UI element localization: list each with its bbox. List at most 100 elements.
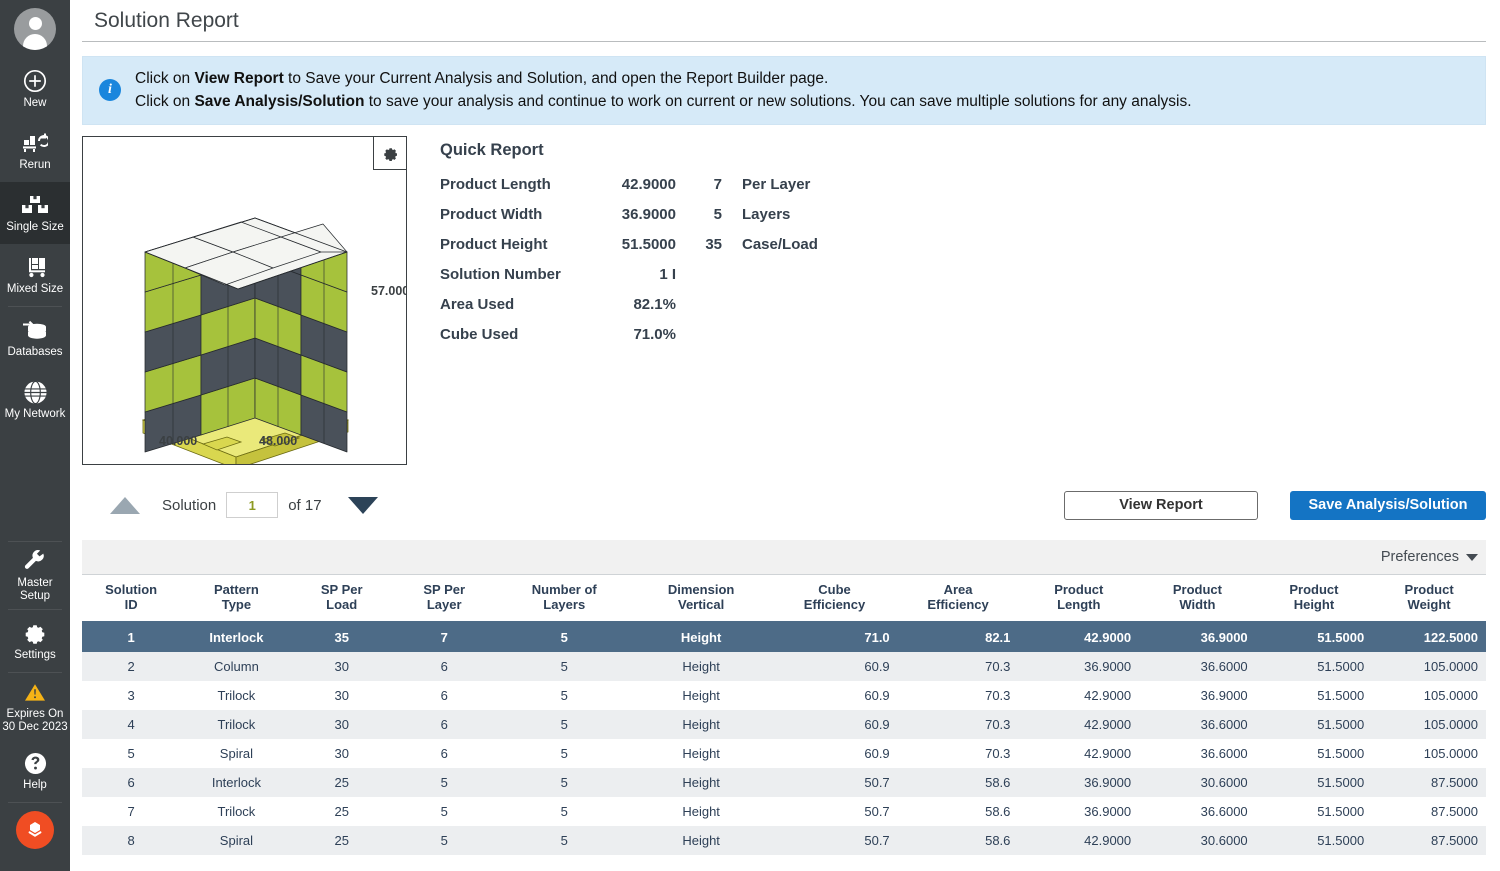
col-header-dimension-vertical[interactable]: Dimension Vertical (630, 575, 772, 623)
dimension-right-label: 48.000 (259, 434, 298, 448)
sidebar-item-my-network[interactable]: My Network (0, 369, 70, 431)
cell-cube-efficiency: 50.7 (771, 826, 898, 855)
left-sidebar: New Rerun Single Size Mixed Size Databas… (0, 0, 70, 871)
cell-solution-id: 7 (127, 804, 135, 819)
col-header-cube-efficiency[interactable]: Cube Efficiency (771, 575, 898, 623)
sidebar-item-label: My Network (4, 408, 66, 420)
sidebar-item-mixed-size[interactable]: Mixed Size (0, 244, 70, 306)
pallet-jack-icon (23, 254, 47, 280)
quick-report-table: Product Length 42.9000 7 Per Layer Produ… (440, 170, 818, 350)
cell-product-length: 42.9000 (1084, 746, 1132, 761)
col-header-sp-per-layer[interactable]: SP Per Layer (390, 575, 498, 623)
sidebar-item-rerun[interactable]: Rerun (0, 120, 70, 182)
sidebar-item-help[interactable]: Help (0, 740, 70, 802)
col-header-number-of-layers[interactable]: Number of Layers (497, 575, 631, 623)
table-row[interactable]: 5 Spiral 30 6 5 Height 60.9 70.3 42.9000… (82, 739, 1486, 768)
col-header-product-weight[interactable]: Product Weight (1372, 575, 1486, 623)
globe-icon (23, 379, 48, 405)
table-row[interactable]: 4 Trilock 30 6 5 Height 60.9 70.3 42.900… (82, 710, 1486, 739)
col-line2: Vertical (677, 597, 725, 612)
pallet-visualization-panel[interactable]: 57.000 40.000 40.000 48.000 (82, 136, 407, 465)
solution-number-input[interactable] (226, 492, 279, 518)
table-row[interactable]: 8 Spiral 25 5 5 Height 50.7 58.6 42.9000… (82, 826, 1486, 855)
cell-product-length: 42.9000 (1018, 710, 1140, 739)
cell-product-height: 51.5000 (1255, 768, 1373, 797)
col-line1: SP Per (320, 582, 363, 597)
view-report-button[interactable]: View Report (1064, 490, 1258, 520)
banner-line2-bold: Save Analysis/Solution (194, 93, 365, 110)
banner-line2-suffix: to save your analysis and continue to wo… (364, 93, 1192, 110)
sidebar-item-label: Mixed Size (6, 283, 64, 295)
solution-total-label: of 17 (288, 496, 322, 514)
main-content: Solution Report i Click on View Report t… (70, 0, 1500, 871)
col-line1: Product (1172, 582, 1222, 597)
warning-triangle-icon (24, 679, 46, 705)
col-line1: Area (943, 582, 973, 597)
cell-cube-efficiency: 60.9 (771, 710, 898, 739)
solutions-table-section: Preferences Solution ID Pattern Type SP … (70, 540, 1500, 855)
cell-product-weight: 87.5000 (1431, 804, 1478, 819)
cell-product-length: 42.9000 (1018, 826, 1140, 855)
table-row[interactable]: 6 Interlock 25 5 5 Height 50.7 58.6 36.9… (82, 768, 1486, 797)
table-row[interactable]: 1 Interlock 35 7 5 Height 71.0 82.1 42.9… (82, 622, 1486, 652)
cell-product-height: 51.5000 (1317, 688, 1365, 703)
cell-area-efficiency: 58.6 (897, 768, 1019, 797)
cell-product-width: 36.6000 (1200, 746, 1248, 761)
cell-dimension-vertical: Height (682, 746, 720, 761)
cell-area-efficiency: 58.6 (985, 804, 1011, 819)
preferences-dropdown[interactable]: Preferences (1381, 549, 1478, 565)
cell-product-height: 51.5000 (1255, 652, 1373, 681)
sidebar-item-settings[interactable]: Settings (0, 610, 70, 672)
qr-count (676, 290, 722, 320)
table-row[interactable]: 7 Trilock 25 5 5 Height 50.7 58.6 36.900… (82, 797, 1486, 826)
question-circle-icon (24, 750, 47, 776)
col-line2: Load (326, 597, 358, 612)
save-analysis-solution-button[interactable]: Save Analysis/Solution (1290, 490, 1486, 520)
col-header-sp-per-load[interactable]: SP Per Load (292, 575, 391, 623)
cell-cube-efficiency: 71.0 (771, 622, 898, 652)
cell-product-width: 36.6000 (1139, 710, 1256, 739)
avatar[interactable] (14, 0, 56, 58)
dimension-height-label: 57.000 (371, 284, 406, 298)
cell-product-weight: 105.0000 (1423, 746, 1478, 761)
col-header-area-efficiency[interactable]: Area Efficiency (897, 575, 1019, 623)
cell-product-length: 36.9000 (1084, 804, 1132, 819)
sidebar-item-master-setup[interactable]: Master Setup (0, 542, 70, 609)
solution-navigation-bar: Solution of 17 View Report Save Analysis… (70, 487, 1500, 523)
cell-cube-efficiency: 60.9 (771, 652, 898, 681)
sidebar-item-label: Rerun (19, 159, 51, 171)
cell-sp-per-layer: 5 (390, 768, 498, 797)
sidebar-item-single-size[interactable]: Single Size (0, 182, 70, 244)
col-header-product-height[interactable]: Product Height (1255, 575, 1373, 623)
col-header-product-length[interactable]: Product Length (1018, 575, 1140, 623)
triangle-up-icon[interactable] (110, 496, 140, 514)
table-row[interactable]: 2 Column 30 6 5 Height 60.9 70.3 36.9000… (82, 652, 1486, 681)
brand-button[interactable] (0, 803, 70, 855)
sidebar-item-databases[interactable]: Databases (0, 307, 70, 369)
col-line2: Length (1057, 597, 1101, 612)
col-line1: Dimension (667, 582, 735, 597)
hexagon-layers-icon[interactable] (16, 811, 54, 849)
dimension-left-label: 40.000 (159, 434, 198, 448)
col-line1: Product (1054, 582, 1104, 597)
col-header-product-width[interactable]: Product Width (1139, 575, 1256, 623)
col-line1: Solution (105, 582, 158, 597)
sidebar-item-label: Settings (14, 649, 56, 661)
col-line1: Product (1404, 582, 1454, 597)
col-header-pattern-type[interactable]: Pattern Type (180, 575, 293, 623)
qr-label: Cube Used (440, 326, 519, 343)
qr-count: 5 (713, 206, 722, 223)
triangle-down-icon[interactable] (347, 496, 378, 514)
rerun-pallet-icon (22, 130, 48, 156)
qr-unit (722, 290, 818, 320)
table-row[interactable]: 3 Trilock 30 6 5 Height 60.9 70.3 42.900… (82, 681, 1486, 710)
visualization-settings-gear-icon[interactable] (373, 137, 406, 170)
cell-sp-per-load: 30 (334, 688, 349, 703)
cell-product-width: 30.6000 (1139, 768, 1256, 797)
cell-sp-per-load: 30 (334, 746, 349, 761)
col-header-solution-id[interactable]: Solution ID (82, 575, 181, 623)
cell-product-length: 36.9000 (1018, 768, 1140, 797)
quick-report-row: Product Width 36.9000 5 Layers (440, 200, 818, 230)
sidebar-item-new[interactable]: New (0, 58, 70, 120)
table-body: 1 Interlock 35 7 5 Height 71.0 82.1 42.9… (82, 622, 1486, 855)
